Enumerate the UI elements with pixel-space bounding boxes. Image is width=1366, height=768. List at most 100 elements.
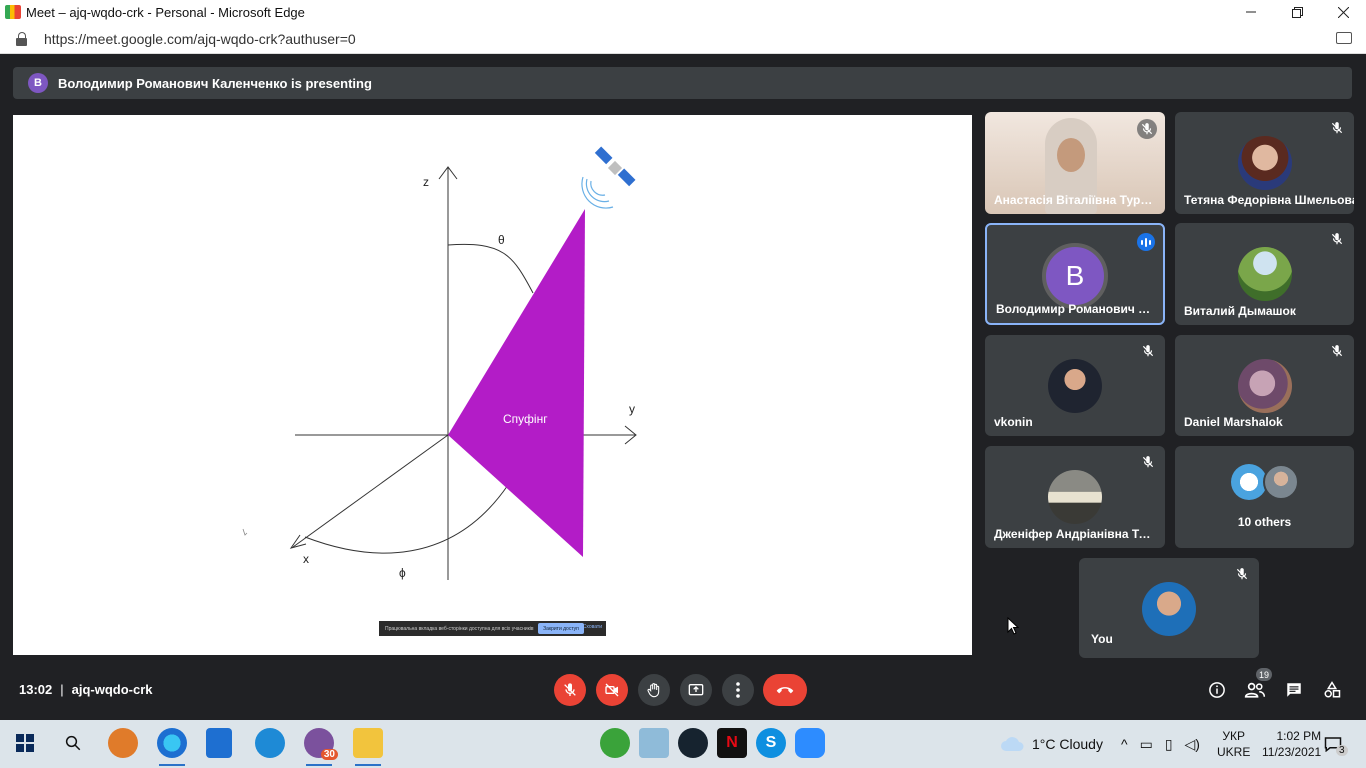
activities-button[interactable] xyxy=(1321,680,1343,700)
people-count-badge: 19 xyxy=(1256,668,1272,681)
network-icon[interactable]: ▯ xyxy=(1165,736,1173,753)
skype-icon[interactable]: S xyxy=(756,728,786,758)
participant-avatar xyxy=(1048,359,1102,413)
restore-button[interactable] xyxy=(1274,0,1320,24)
url-text[interactable]: https://meet.google.com/ajq-wqdo-crk?aut… xyxy=(44,31,356,47)
sharing-notice-text: Працювальна вкладка веб-сторінки доступн… xyxy=(385,625,534,632)
info-icon xyxy=(1209,682,1225,698)
participant-tile[interactable]: Тетяна Федорівна Шмельова xyxy=(1175,112,1354,214)
meeting-details-button[interactable] xyxy=(1206,680,1228,700)
y-axis-label: y xyxy=(629,402,635,416)
file-explorer-icon[interactable] xyxy=(353,728,383,758)
chat-button[interactable] xyxy=(1283,680,1305,700)
phi-label: ϕ xyxy=(399,566,406,580)
lang-bottom: UKRE xyxy=(1217,745,1251,759)
taskbar-app-blue-doc-icon[interactable] xyxy=(206,728,232,758)
presenting-text: Володимир Романович Каленченко is presen… xyxy=(58,75,372,91)
participant-avatar xyxy=(1237,247,1292,301)
explorer-active-indicator xyxy=(355,764,381,766)
mic-off-icon xyxy=(1236,568,1248,580)
meet-favicon-icon xyxy=(5,5,21,19)
mic-toggle-button[interactable] xyxy=(554,674,586,706)
self-avatar xyxy=(1142,582,1196,636)
leave-call-button[interactable] xyxy=(763,674,807,706)
others-tile[interactable]: 10 others xyxy=(1175,446,1354,548)
weather-widget[interactable]: 1°C Cloudy xyxy=(1000,720,1103,768)
triangle-label: Спуфінг xyxy=(503,412,548,426)
language-indicator[interactable]: УКР UKRE xyxy=(1217,720,1250,768)
minimize-button[interactable] xyxy=(1228,0,1274,24)
participant-tile-speaking[interactable]: В Володимир Романович Кал... xyxy=(985,223,1165,325)
participant-name: Daniel Marshalok xyxy=(1184,415,1283,429)
more-vert-icon xyxy=(736,682,740,698)
present-screen-button[interactable] xyxy=(680,674,712,706)
participant-name: Володимир Романович Кал... xyxy=(996,302,1154,316)
participant-tile[interactable]: Daniel Marshalok xyxy=(1175,335,1354,436)
viber-badge: 30 xyxy=(320,749,338,760)
camera-toggle-button[interactable] xyxy=(596,674,628,706)
taskbar-app-orange-icon[interactable] xyxy=(108,728,138,758)
participant-tile[interactable]: vkonin xyxy=(985,335,1165,436)
close-icon xyxy=(1337,6,1349,18)
weather-text: 1°C Cloudy xyxy=(1032,736,1103,752)
battery-icon[interactable]: ▭ xyxy=(1140,736,1153,753)
windows-logo-icon xyxy=(16,734,34,752)
window-title: Meet – ajq-wqdo-crk - Personal - Microso… xyxy=(26,4,305,20)
z-axis-label: z xyxy=(423,175,429,189)
self-name: You xyxy=(1091,632,1113,646)
x-arrow xyxy=(289,534,307,549)
x-axis xyxy=(292,434,449,548)
system-tray-icons[interactable]: ^ ▭ ▯ ◁) xyxy=(1121,720,1200,768)
present-icon xyxy=(688,684,704,696)
chevron-up-icon[interactable]: ^ xyxy=(1121,736,1128,752)
chat-icon xyxy=(1287,683,1301,697)
close-window-button[interactable] xyxy=(1320,0,1366,24)
theta-arc xyxy=(447,243,534,294)
taskbar-app-network-icon[interactable] xyxy=(255,728,285,758)
clock[interactable]: 1:02 PM 11/23/2021 xyxy=(1262,720,1321,768)
mic-off-icon xyxy=(1331,233,1343,245)
start-button[interactable] xyxy=(10,728,40,758)
presenter-avatar: В xyxy=(28,73,48,93)
camera-permission-icon[interactable] xyxy=(1336,32,1352,44)
stop-sharing-button[interactable]: Закрити доступ xyxy=(538,623,584,634)
hide-notice-button[interactable]: Сховати xyxy=(583,624,602,630)
mic-off-icon xyxy=(1142,345,1154,357)
video-face xyxy=(1057,138,1085,172)
viber-icon[interactable]: 30 xyxy=(304,728,338,760)
participant-tile[interactable]: Виталий Дымашок xyxy=(1175,223,1354,325)
more-options-button[interactable] xyxy=(722,674,754,706)
address-bar[interactable]: https://meet.google.com/ajq-wqdo-crk?aut… xyxy=(0,24,1366,54)
raise-hand-icon xyxy=(647,683,660,698)
notifications-badge: 3 xyxy=(1336,744,1348,756)
participant-avatar xyxy=(1237,359,1292,413)
edge-browser-icon[interactable] xyxy=(157,728,187,758)
mic-off-icon xyxy=(1331,345,1343,357)
people-icon xyxy=(1244,682,1266,698)
self-tile[interactable]: You xyxy=(1079,558,1259,658)
people-button[interactable] xyxy=(1244,680,1266,700)
speaking-indicator-icon xyxy=(1137,233,1155,251)
raise-hand-button[interactable] xyxy=(638,674,670,706)
meeting-code: ajq-wqdo-crk xyxy=(71,682,153,697)
zoom-icon[interactable] xyxy=(795,728,825,758)
sharing-notice-bar: Працювальна вкладка веб-сторінки доступн… xyxy=(379,621,606,636)
clock-time: 1:02 PM xyxy=(1276,729,1322,743)
edge-active-indicator xyxy=(159,764,185,766)
search-button[interactable] xyxy=(58,728,88,758)
lock-icon[interactable] xyxy=(16,31,28,46)
phi-arc xyxy=(304,484,509,554)
utorrent-icon[interactable] xyxy=(600,728,630,758)
presenting-banner: В Володимир Романович Каленченко is pres… xyxy=(13,67,1352,99)
taskbar-app-notes-icon[interactable] xyxy=(639,728,669,758)
others-avatar-1 xyxy=(1231,464,1267,500)
viber-active-indicator xyxy=(306,764,332,766)
notifications-button[interactable]: 3 xyxy=(1324,720,1348,768)
netflix-icon[interactable]: N xyxy=(717,728,747,758)
cloud-icon xyxy=(1001,737,1024,751)
participant-tile[interactable]: Анастасія Віталіївна Туров... xyxy=(985,112,1165,214)
steam-icon[interactable] xyxy=(678,728,708,758)
participant-tile[interactable]: Дженіфер Андріанівна Тод... xyxy=(985,446,1165,548)
mouse-pointer-icon xyxy=(1007,617,1019,635)
volume-icon[interactable]: ◁) xyxy=(1185,736,1200,753)
